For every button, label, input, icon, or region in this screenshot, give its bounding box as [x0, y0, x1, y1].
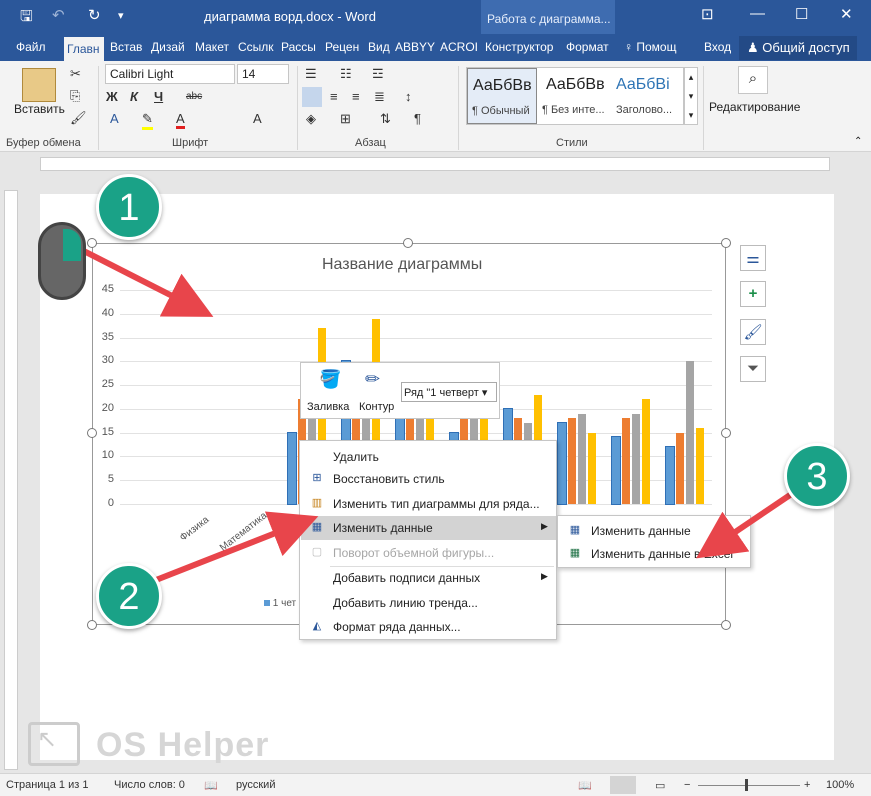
annotation-arrows [70, 242, 792, 583]
mouse-icon [38, 222, 86, 300]
zoom-thumb[interactable] [745, 779, 748, 791]
zoom-out-icon[interactable]: − [684, 779, 690, 791]
print-layout-icon[interactable] [610, 776, 636, 794]
watermark-text: OS Helper [96, 726, 270, 764]
page-count[interactable]: Страница 1 из 1 [6, 779, 88, 791]
watermark-logo-icon: ↖ [28, 722, 80, 766]
read-mode-icon[interactable]: 📖 [578, 779, 592, 792]
arrow-3 [696, 492, 792, 559]
step-badge-1: 1 [96, 174, 162, 240]
status-bar: Страница 1 из 1 Число слов: 0 📖 русский … [0, 773, 871, 796]
word-count[interactable]: Число слов: 0 [114, 779, 185, 791]
arrow-1 [70, 242, 214, 317]
language[interactable]: русский [236, 779, 275, 791]
zoom-in-icon[interactable]: + [804, 779, 810, 791]
mouse-left-button [63, 229, 81, 261]
zoom-level[interactable]: 100% [826, 779, 854, 791]
web-layout-icon[interactable]: ▭ [655, 779, 665, 792]
arrow-2 [154, 511, 319, 583]
step-badge-2: 2 [96, 563, 162, 629]
proofing-icon[interactable]: 📖 [204, 779, 218, 792]
step-badge-3: 3 [784, 443, 850, 509]
zoom-slider[interactable] [698, 785, 800, 786]
